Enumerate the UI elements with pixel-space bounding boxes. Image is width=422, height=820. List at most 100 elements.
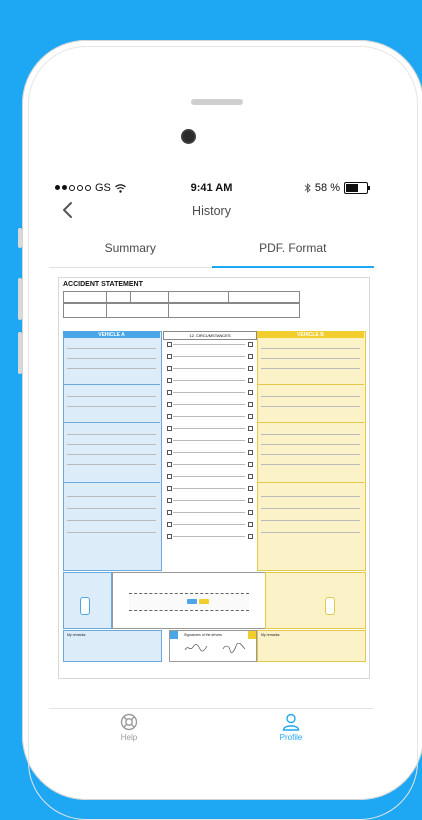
pdf-preview[interactable]: ACCIDENT STATEMENT VEHICLE A 12. CIRCUMS… (58, 277, 370, 679)
circumstance-checkbox-b (248, 522, 253, 527)
form-line (67, 464, 156, 465)
vehicle-b-outline (325, 597, 335, 615)
earpiece-speaker (191, 99, 243, 105)
navigation-bar: History (49, 198, 374, 224)
form-line (67, 396, 156, 397)
section-divider (257, 384, 364, 385)
vehicle-b-marker (199, 599, 209, 604)
circumstance-checkbox-b (248, 498, 253, 503)
person-icon (282, 713, 300, 731)
circumstance-checkbox-b (248, 342, 253, 347)
witnesses-box (168, 303, 300, 318)
circumstance-checkbox-b (248, 366, 253, 371)
form-line (261, 348, 360, 349)
form-line (261, 358, 360, 359)
circumstance-line (173, 500, 245, 501)
vehicle-a-impact-diagram (63, 572, 112, 629)
time-box (106, 291, 132, 303)
tab-help[interactable]: Help (89, 713, 169, 742)
circumstance-checkbox-a (167, 450, 172, 455)
vehicle-b-title: VEHICLE B (297, 332, 324, 338)
form-line (67, 454, 156, 455)
circumstance-checkbox-a (167, 414, 172, 419)
form-line (261, 464, 360, 465)
tab-profile[interactable]: Profile (251, 713, 331, 742)
form-line (261, 520, 360, 521)
place-box (168, 291, 230, 303)
circumstance-checkbox-a (167, 534, 172, 539)
lifebuoy-icon (120, 713, 138, 731)
form-line (261, 434, 360, 435)
remarks-label: My remarks: (67, 633, 87, 637)
material-damage-box (63, 303, 108, 318)
volume-up-button (18, 278, 22, 320)
page-title: History (192, 204, 231, 218)
tab-pdf-format[interactable]: PDF. Format (211, 234, 375, 268)
circumstance-checkbox-b (248, 438, 253, 443)
section-divider (63, 384, 160, 385)
form-line (67, 532, 156, 533)
circumstance-line (173, 524, 245, 525)
signature-a (184, 644, 208, 652)
form-line (261, 532, 360, 533)
circumstance-checkbox-b (248, 354, 253, 359)
circumstance-checkbox-a (167, 498, 172, 503)
circumstance-line (173, 464, 245, 465)
vehicle-a-marker (187, 599, 197, 604)
objects-damage-box (106, 303, 170, 318)
document-title: ACCIDENT STATEMENT (63, 281, 143, 288)
section-divider (257, 482, 364, 483)
circumstance-checkbox-b (248, 486, 253, 491)
vehicle-a-header: VEHICLE A (63, 331, 160, 338)
form-line (67, 444, 156, 445)
form-line (67, 406, 156, 407)
bluetooth-icon (304, 183, 311, 193)
circumstance-line (173, 536, 245, 537)
signatures-box: Signatures of the drivers (169, 630, 257, 662)
circumstances-header: 12. CIRCUMSTANCES (163, 331, 257, 340)
circumstance-checkbox-b (248, 426, 253, 431)
form-line (67, 520, 156, 521)
road-drawing (129, 593, 249, 611)
tab-summary[interactable]: Summary (49, 234, 212, 267)
front-camera (183, 131, 194, 142)
circumstance-line (173, 404, 245, 405)
signatures-label: Signatures of the drivers (184, 633, 222, 637)
circumstance-checkbox-b (248, 378, 253, 383)
circumstance-checkbox-a (167, 390, 172, 395)
form-line (67, 368, 156, 369)
vehicle-a-title: VEHICLE A (98, 332, 125, 338)
date-box (63, 291, 108, 303)
circumstance-line (173, 488, 245, 489)
vehicle-b-remarks: My remarks: (257, 630, 366, 662)
circumstance-line (173, 356, 245, 357)
circumstance-checkbox-b (248, 402, 253, 407)
circumstances-section (163, 331, 255, 569)
accident-sketch (112, 572, 266, 629)
volume-down-button (18, 332, 22, 374)
circumstance-checkbox-a (167, 462, 172, 467)
circumstance-checkbox-b (248, 462, 253, 467)
circumstance-checkbox-a (167, 510, 172, 515)
circumstance-line (173, 440, 245, 441)
circumstance-checkbox-a (167, 342, 172, 347)
circumstance-line (173, 380, 245, 381)
circumstance-line (173, 428, 245, 429)
form-line (261, 396, 360, 397)
signature-b (222, 643, 246, 653)
vehicle-b-header: VEHICLE B (257, 331, 364, 338)
circumstance-checkbox-a (167, 438, 172, 443)
circumstance-checkbox-b (248, 390, 253, 395)
remarks-label: My remarks: (261, 633, 281, 637)
form-line (67, 496, 156, 497)
circumstance-checkbox-a (167, 378, 172, 383)
injuries-box (228, 291, 300, 303)
vehicle-a-section (63, 331, 162, 571)
circumstance-checkbox-a (167, 354, 172, 359)
form-line (261, 496, 360, 497)
form-line (67, 508, 156, 509)
circumstance-checkbox-b (248, 510, 253, 515)
section-divider (63, 422, 160, 423)
circumstance-checkbox-a (167, 426, 172, 431)
mute-switch (18, 228, 22, 248)
